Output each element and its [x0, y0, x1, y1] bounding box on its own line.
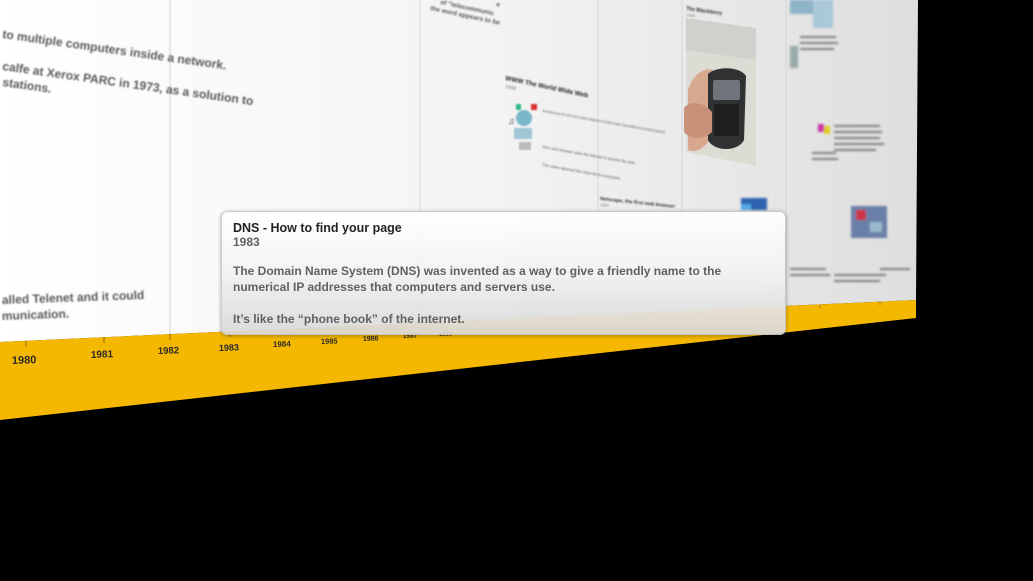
tooltip-title: DNS - How to find your page [233, 221, 402, 235]
timeline-year-label[interactable]: 1985 [321, 336, 338, 346]
handheld-device-photo [684, 18, 756, 166]
tooltip-description: The Domain Name System (DNS) was invente… [233, 264, 722, 294]
tooltip-year: 1983 [233, 235, 260, 249]
svg-text:♫: ♫ [508, 116, 515, 126]
event-tooltip[interactable]: DNS - How to find your page 1983 The Dom… [221, 211, 786, 335]
card-netscape-year: 1994 [600, 202, 610, 208]
timeline-year-label[interactable]: 1986 [363, 335, 379, 343]
timeline-year-label[interactable]: 1982 [158, 345, 180, 357]
tooltip-description-2: It’s like the “phone book” of the intern… [233, 312, 465, 326]
timeline-year-label[interactable]: 1984 [273, 339, 292, 349]
timeline-year-label[interactable]: 1980 [12, 354, 37, 367]
bg-text-line: munication. [2, 307, 70, 323]
timeline-year-label[interactable]: 1983 [219, 342, 239, 353]
card-device[interactable]: The Blackberry 1999 [684, 6, 756, 166]
timeline-year-label[interactable]: 1981 [91, 349, 114, 361]
